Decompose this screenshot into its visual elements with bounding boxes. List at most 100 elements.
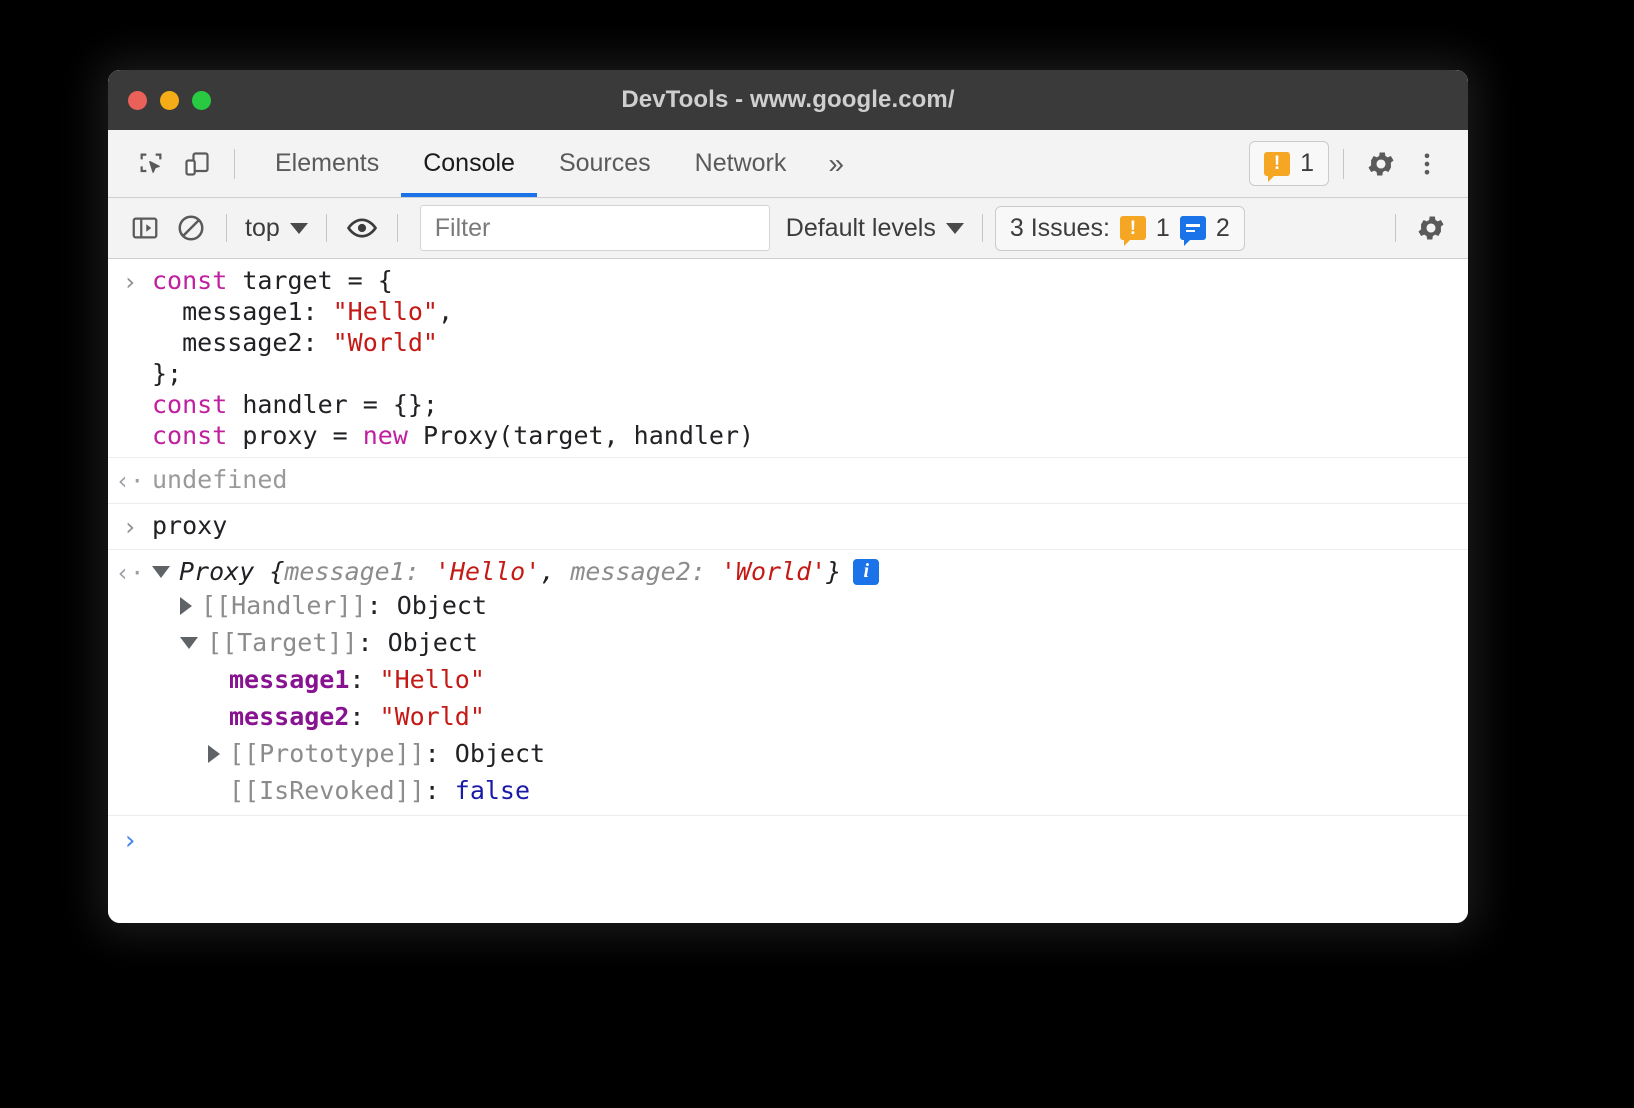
execution-context-selector[interactable]: top [239,214,314,243]
code-token: const [152,266,227,295]
object-property-row[interactable]: message2: "World" [152,698,1452,735]
object-property-row[interactable]: [[IsRevoked]]: false [152,772,1452,809]
device-toolbar-icon[interactable] [174,141,220,187]
console-prompt-row[interactable]: › [108,816,1468,867]
object-property-row[interactable]: [[Prototype]]: Object [152,735,1452,772]
maximize-window-button[interactable] [192,91,211,110]
more-tabs-icon[interactable]: » [808,130,864,197]
code-line: proxy [152,510,1452,541]
code-token: message2: [152,328,333,357]
chevron-down-icon [290,223,308,234]
object-inspector: Proxy {message1: 'Hello', message2: 'Wor… [152,556,1468,809]
code-token: [[Handler]] [201,590,367,621]
code-token: [[IsRevoked]] [229,775,425,806]
code-token: message1: [152,297,333,326]
panel-tabs: Elements Console Sources Network » [253,130,864,197]
tab-elements[interactable]: Elements [253,130,401,197]
tab-console[interactable]: Console [401,130,537,197]
log-levels-selector[interactable]: Default levels [780,214,970,243]
console-command-row[interactable]: ›proxy [108,504,1468,550]
prompt-caret-icon: › [108,826,152,857]
code-line: message1: "Hello", [152,296,1452,327]
title-bar: DevTools - www.google.com/ [108,70,1468,130]
console-toolbar: top Filter Default levels 3 Issues: ! 1 … [108,198,1468,259]
info-badge-icon[interactable]: i [853,559,879,585]
console-message-text: proxy [152,510,1468,541]
code-token: : [425,738,455,769]
code-line: const proxy = new Proxy(target, handler) [152,420,1452,451]
tabbar-right-divider [1343,149,1344,179]
minimize-window-button[interactable] [160,91,179,110]
gear-icon[interactable] [1358,141,1404,187]
console-message-text: const target = { message1: "Hello", mess… [152,265,1468,451]
console-sidebar-toggle-icon[interactable] [122,206,168,250]
clear-console-icon[interactable] [168,206,214,250]
code-token: Object [397,590,487,621]
code-token: "Hello" [333,297,438,326]
tab-sources[interactable]: Sources [537,130,673,197]
object-property-row[interactable]: [[Target]]: Object [152,624,1452,661]
code-token: : [349,664,379,695]
window-title: DevTools - www.google.com/ [108,86,1468,114]
code-token: 'World' [721,556,826,587]
code-token: proxy = [227,421,362,450]
code-line: undefined [152,464,1452,495]
tab-network[interactable]: Network [673,130,809,197]
traffic-lights [128,91,211,110]
warning-badge[interactable]: ! 1 [1249,141,1329,186]
toolbar-divider-1 [226,214,227,242]
code-token: proxy [152,511,227,540]
code-token: : [367,590,397,621]
more-options-icon[interactable] [1404,141,1450,187]
code-token: : [425,775,455,806]
code-token: [[Prototype]] [229,738,425,769]
issues-badge[interactable]: 3 Issues: ! 1 2 [995,206,1245,251]
console-entries: › const target = { message1: "Hello", mes… [108,259,1468,550]
code-token: Proxy [179,556,269,587]
code-token: { [269,556,284,587]
code-token: } [826,556,841,587]
console-command-row[interactable]: ›const target = { message1: "Hello", mes… [108,259,1468,458]
console-toolbar-right [1383,206,1454,250]
code-token: "Hello" [380,664,485,695]
object-property-row[interactable]: message1: "Hello" [152,661,1452,698]
code-token: message1 [229,664,349,695]
console-message-text: undefined [152,464,1468,495]
devtools-tab-bar: Elements Console Sources Network » ! 1 [108,130,1468,198]
code-token: message1: [284,556,435,587]
triangle-down-icon[interactable] [152,566,170,578]
code-line: const target = { [152,265,1452,296]
close-window-button[interactable] [128,91,147,110]
code-line: message2: "World" [152,327,1452,358]
inspect-element-icon[interactable] [128,141,174,187]
triangle-right-icon[interactable] [180,597,192,615]
code-token: , [438,297,453,326]
toolbar-divider-4 [982,214,983,242]
warning-bubble-icon: ! [1264,152,1290,176]
prompt-caret-icon: › [108,510,152,543]
gear-icon[interactable] [1408,206,1454,250]
object-preview-row[interactable]: Proxy {message1: 'Hello', message2: 'Wor… [152,556,1452,587]
issues-warning-count: 1 [1156,214,1170,243]
live-expression-eye-icon[interactable] [339,206,385,250]
issues-info-count: 2 [1216,214,1230,243]
code-token: handler = {}; [227,390,438,419]
code-token: "World" [380,701,485,732]
triangle-down-icon[interactable] [180,637,198,649]
code-token: target = { [227,266,393,295]
code-token: Proxy(target, handler) [408,421,754,450]
code-token: const [152,390,227,419]
code-token: message2 [229,701,349,732]
chevron-down-icon [946,223,964,234]
code-token: 'Hello' [435,556,540,587]
filter-input[interactable]: Filter [420,205,770,251]
console-result-proxy[interactable]: ‹·Proxy {message1: 'Hello', message2: 'W… [108,550,1468,816]
triangle-right-icon[interactable] [208,745,220,763]
console-message-list[interactable]: › const target = { message1: "Hello", mes… [108,259,1468,923]
object-property-row[interactable]: [[Handler]]: Object [152,587,1452,624]
code-token: "World" [333,328,438,357]
code-token: , [540,556,570,587]
console-result-row[interactable]: ‹·undefined [108,458,1468,504]
code-token: [[Target]] [207,627,358,658]
toolbar-divider-5 [1395,214,1396,242]
